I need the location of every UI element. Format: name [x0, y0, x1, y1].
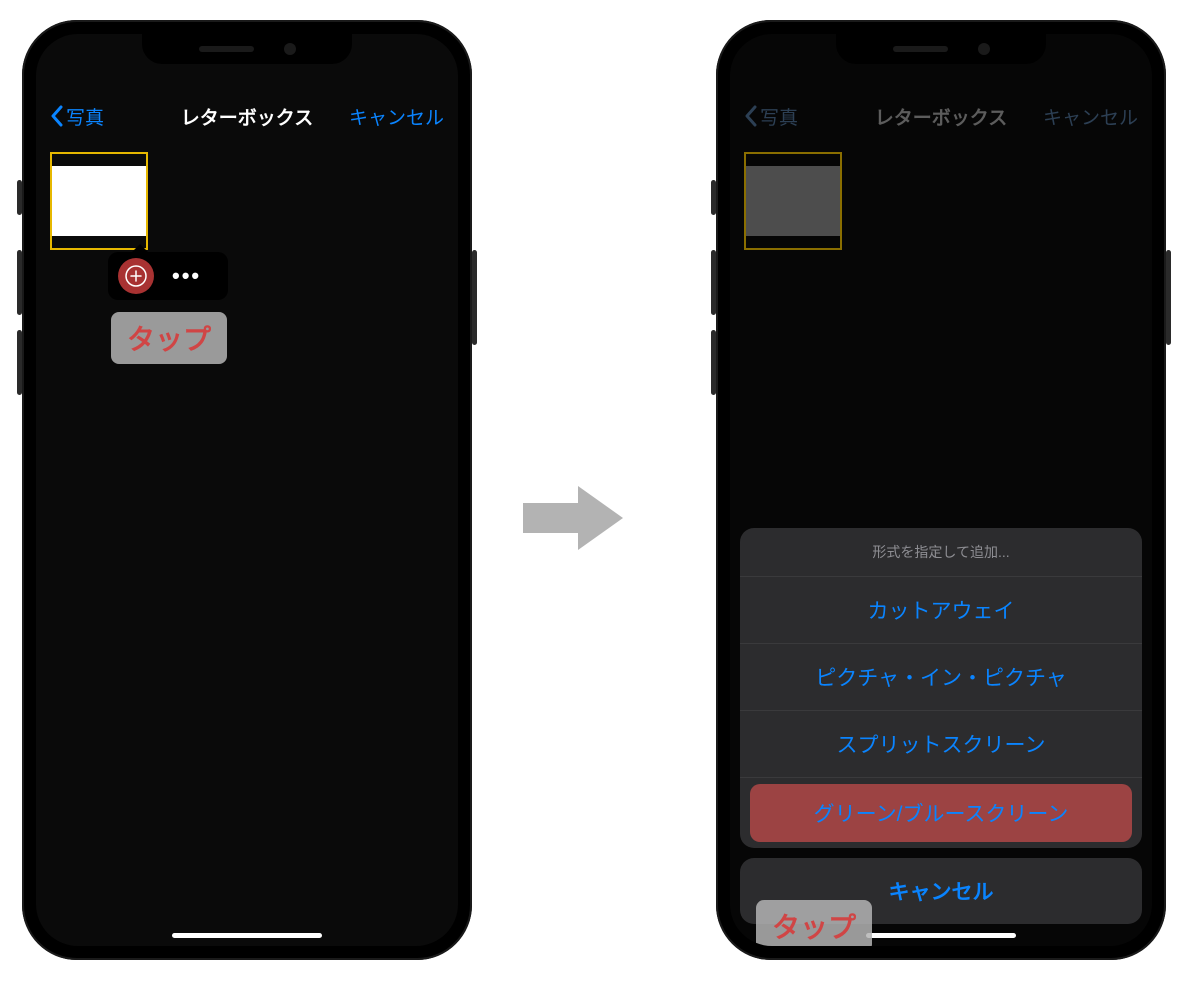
back-button[interactable]: 写真 [50, 103, 104, 130]
plus-icon [125, 265, 147, 287]
phone-screen-right: 写真 レターボックス キャンセル 形式を指定して追加... カットアウェイ ピク… [730, 34, 1152, 946]
camera [284, 43, 296, 55]
flow-arrow [518, 478, 628, 558]
home-indicator[interactable] [866, 933, 1016, 938]
speaker [199, 46, 254, 52]
media-thumbnail[interactable] [744, 152, 842, 250]
phone-mockup-left: 写真 レターボックス キャンセル ••• タップ [22, 20, 472, 960]
thumbnail-content [52, 166, 146, 236]
chevron-left-icon [744, 105, 758, 127]
back-label: 写真 [66, 103, 104, 130]
notch [836, 34, 1046, 64]
sheet-option-split[interactable]: スプリットスクリーン [740, 711, 1142, 778]
navigation-bar: 写真 レターボックス キャンセル [730, 94, 1152, 138]
cancel-button[interactable]: キャンセル [349, 103, 444, 130]
more-button[interactable]: ••• [172, 263, 201, 289]
sheet-header: 形式を指定して追加... [740, 528, 1142, 577]
side-button-vol-down [17, 330, 22, 395]
add-button[interactable] [118, 258, 154, 294]
phone-screen-left: 写真 レターボックス キャンセル ••• タップ [36, 34, 458, 946]
camera [978, 43, 990, 55]
navigation-bar: 写真 レターボックス キャンセル [36, 94, 458, 138]
phone-mockup-right: 写真 レターボックス キャンセル 形式を指定して追加... カットアウェイ ピク… [716, 20, 1166, 960]
arrow-right-icon [518, 478, 628, 558]
side-button-power [1166, 250, 1171, 345]
sheet-option-cutaway[interactable]: カットアウェイ [740, 577, 1142, 644]
side-button-vol-up [17, 250, 22, 315]
back-label: 写真 [760, 103, 798, 130]
home-indicator[interactable] [172, 933, 322, 938]
tap-annotation: タップ [756, 900, 872, 946]
notch [142, 34, 352, 64]
tap-annotation: タップ [111, 312, 227, 364]
side-button-mute [711, 180, 716, 215]
page-title: レターボックス [875, 103, 1007, 130]
side-button-vol-down [711, 330, 716, 395]
speaker [893, 46, 948, 52]
side-button-vol-up [711, 250, 716, 315]
back-button[interactable]: 写真 [744, 103, 798, 130]
chevron-left-icon [50, 105, 64, 127]
cancel-button[interactable]: キャンセル [1043, 103, 1138, 130]
page-title: レターボックス [181, 103, 313, 130]
sheet-option-pip[interactable]: ピクチャ・イン・ピクチャ [740, 644, 1142, 711]
side-button-mute [17, 180, 22, 215]
action-sheet: 形式を指定して追加... カットアウェイ ピクチャ・イン・ピクチャ スプリットス… [740, 528, 1142, 924]
sheet-options-group: 形式を指定して追加... カットアウェイ ピクチャ・イン・ピクチャ スプリットス… [740, 528, 1142, 848]
thumbnail-content [746, 166, 840, 236]
media-thumbnail[interactable] [50, 152, 148, 250]
side-button-power [472, 250, 477, 345]
sheet-option-greenscreen[interactable]: グリーン/ブルースクリーン [750, 784, 1132, 842]
thumbnail-popover: ••• [108, 252, 228, 300]
